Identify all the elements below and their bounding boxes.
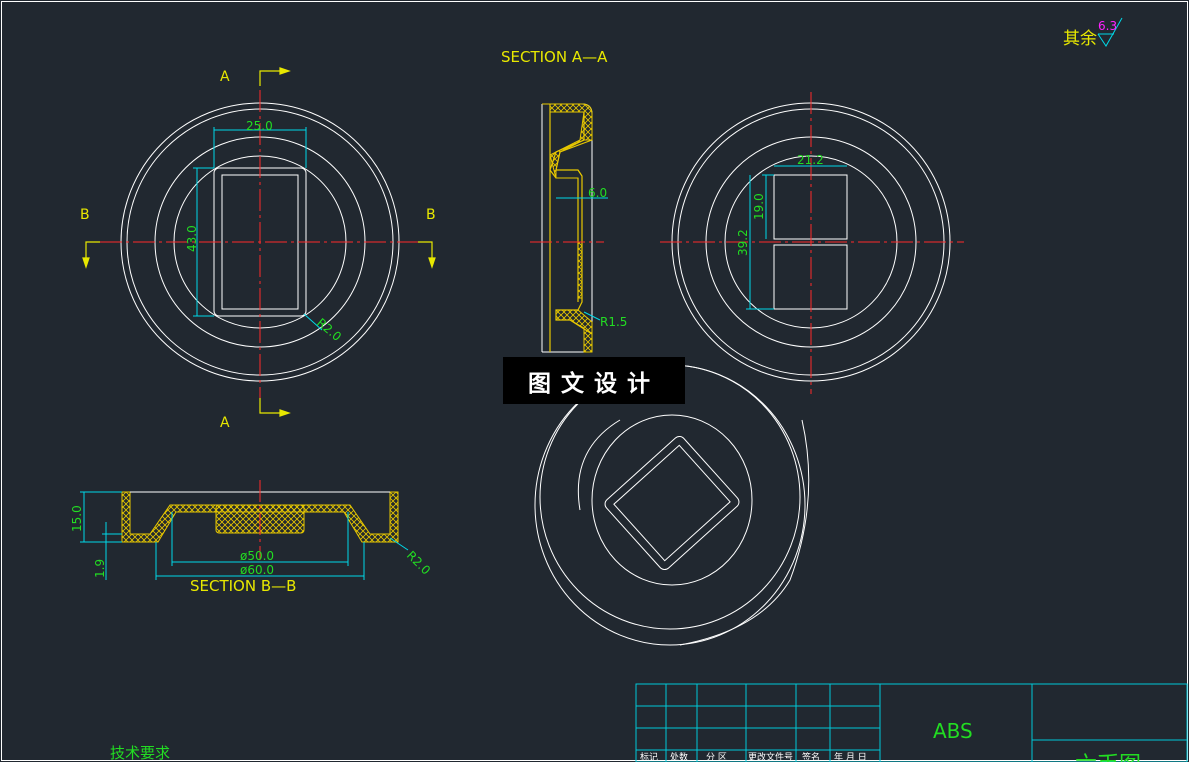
tb-header-signature: 签名 [802,751,820,762]
cut-label-a-bottom: A [220,415,230,431]
material-label: ABS [933,719,973,743]
right-height-total-dim: 39.2 [736,229,750,256]
bb-step-dim: 1.9 [93,559,107,578]
cut-label-a-top: A [220,69,230,85]
roughness-value: 6.3 [1098,19,1117,33]
cut-label-b-left: B [80,207,90,223]
roughness-label: 其余 [1063,29,1097,49]
title-block [635,683,1188,762]
tb-header-mark: 标记 [640,751,658,762]
bb-outer-dia-dim: ø60.0 [240,563,274,577]
section-bb-title: SECTION B—B [190,577,296,595]
aa-fillet-dim: R1.5 [600,315,627,329]
drawing-name-partial: 六币图 [1075,753,1141,762]
top-fillet-dim: R2.0 [314,316,344,344]
top-height-dim: 43.0 [185,225,199,252]
bb-inner-dia-dim: ø50.0 [240,549,274,563]
bb-fillet-dim: R2.0 [404,548,433,577]
tb-header-date: 年 月 日 [834,751,867,762]
watermark-banner: 图文设计 [503,357,685,404]
tech-requirements: 技术要求 [110,744,170,762]
aa-thickness-dim: 6.0 [588,186,607,200]
bb-height-dim: 15.0 [70,505,84,532]
front-view-dimensions [193,127,323,331]
right-height-small-dim: 19.0 [752,193,766,220]
watermark-text: 图文设计 [528,369,660,397]
cut-label-b-right: B [426,207,436,223]
tb-header-count: 处数 [670,751,688,762]
isometric-view [534,364,810,646]
back-view-dimensions [746,165,847,310]
tb-header-zone: 分 区 [706,752,727,762]
section-aa-title: SECTION A—A [501,48,608,66]
top-width-dim: 25.0 [246,119,273,133]
tb-header-change-doc: 更改文件号 [748,751,793,762]
right-width-dim: 21.2 [797,153,824,167]
